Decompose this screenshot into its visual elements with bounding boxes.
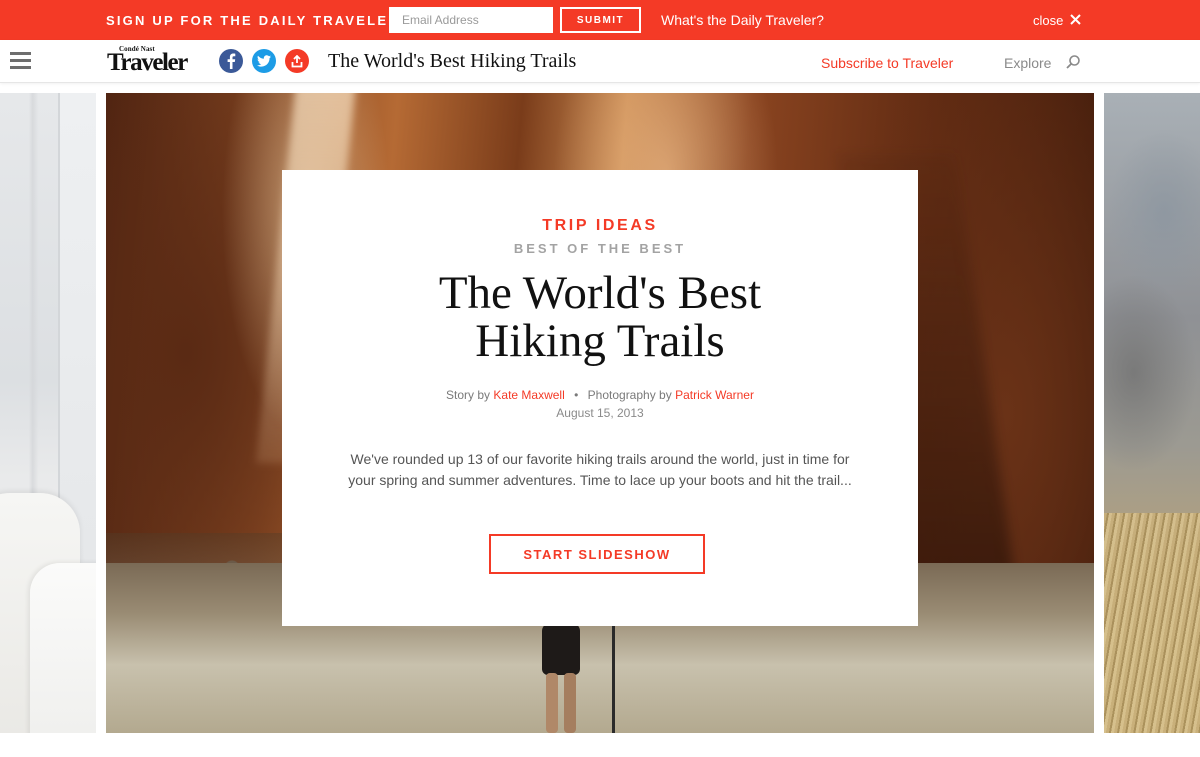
hamburger-menu-icon[interactable] xyxy=(10,52,31,70)
signup-heading: Sign up for the Daily Traveler xyxy=(106,13,400,28)
article-title: The World's Best Hiking Trails xyxy=(282,269,918,365)
article-title-line-1: The World's Best xyxy=(438,267,762,319)
close-signup-button[interactable]: close xyxy=(1033,13,1082,28)
photographer-link[interactable]: Patrick Warner xyxy=(675,388,754,402)
search-icon[interactable] xyxy=(1065,54,1081,70)
share-icon[interactable] xyxy=(285,49,309,73)
submit-button[interactable]: Submit xyxy=(560,7,641,33)
photo-prefix: Photography by xyxy=(587,388,672,402)
email-input[interactable] xyxy=(389,7,553,33)
author-link[interactable]: Kate Maxwell xyxy=(493,388,564,402)
newsletter-signup-bar: Sign up for the Daily Traveler Submit Wh… xyxy=(0,0,1200,40)
publish-date: August 15, 2013 xyxy=(556,406,644,420)
logo-wordmark: Traveler xyxy=(107,49,188,76)
article-title-line-2: Hiking Trails xyxy=(475,315,725,367)
start-slideshow-button[interactable]: Start Slideshow xyxy=(489,534,705,574)
subcategory-label: Best of the Best xyxy=(513,241,687,256)
traveler-logo[interactable]: Condé Nast Traveler xyxy=(107,45,188,77)
story-prefix: Story by xyxy=(446,388,491,402)
close-icon xyxy=(1070,14,1082,27)
site-header: Condé Nast Traveler The World's Best Hik… xyxy=(0,40,1200,83)
article-dek: We've rounded up 13 of our favorite hiki… xyxy=(348,451,852,488)
close-label: close xyxy=(1033,13,1064,28)
article-intro-card: Trip Ideas Best of the Best The World's … xyxy=(282,170,918,626)
category-label[interactable]: Trip Ideas xyxy=(282,217,918,235)
grass-field xyxy=(1104,513,1200,733)
facebook-icon[interactable] xyxy=(219,49,243,73)
hiker-figure xyxy=(538,623,615,733)
whats-daily-traveler-link[interactable]: What's the Daily Traveler? xyxy=(661,12,824,28)
page-title: The World's Best Hiking Trails xyxy=(328,50,577,72)
previous-slide-image[interactable] xyxy=(0,93,96,733)
subscribe-link[interactable]: Subscribe to Traveler xyxy=(821,55,953,71)
twitter-icon[interactable] xyxy=(252,49,276,73)
byline-separator: • xyxy=(574,388,579,402)
next-slide-image[interactable] xyxy=(1104,93,1200,733)
bed-shape xyxy=(30,563,96,733)
explore-link[interactable]: Explore xyxy=(1004,55,1051,71)
byline: Story by Kate Maxwell • Photography by P… xyxy=(282,388,918,402)
